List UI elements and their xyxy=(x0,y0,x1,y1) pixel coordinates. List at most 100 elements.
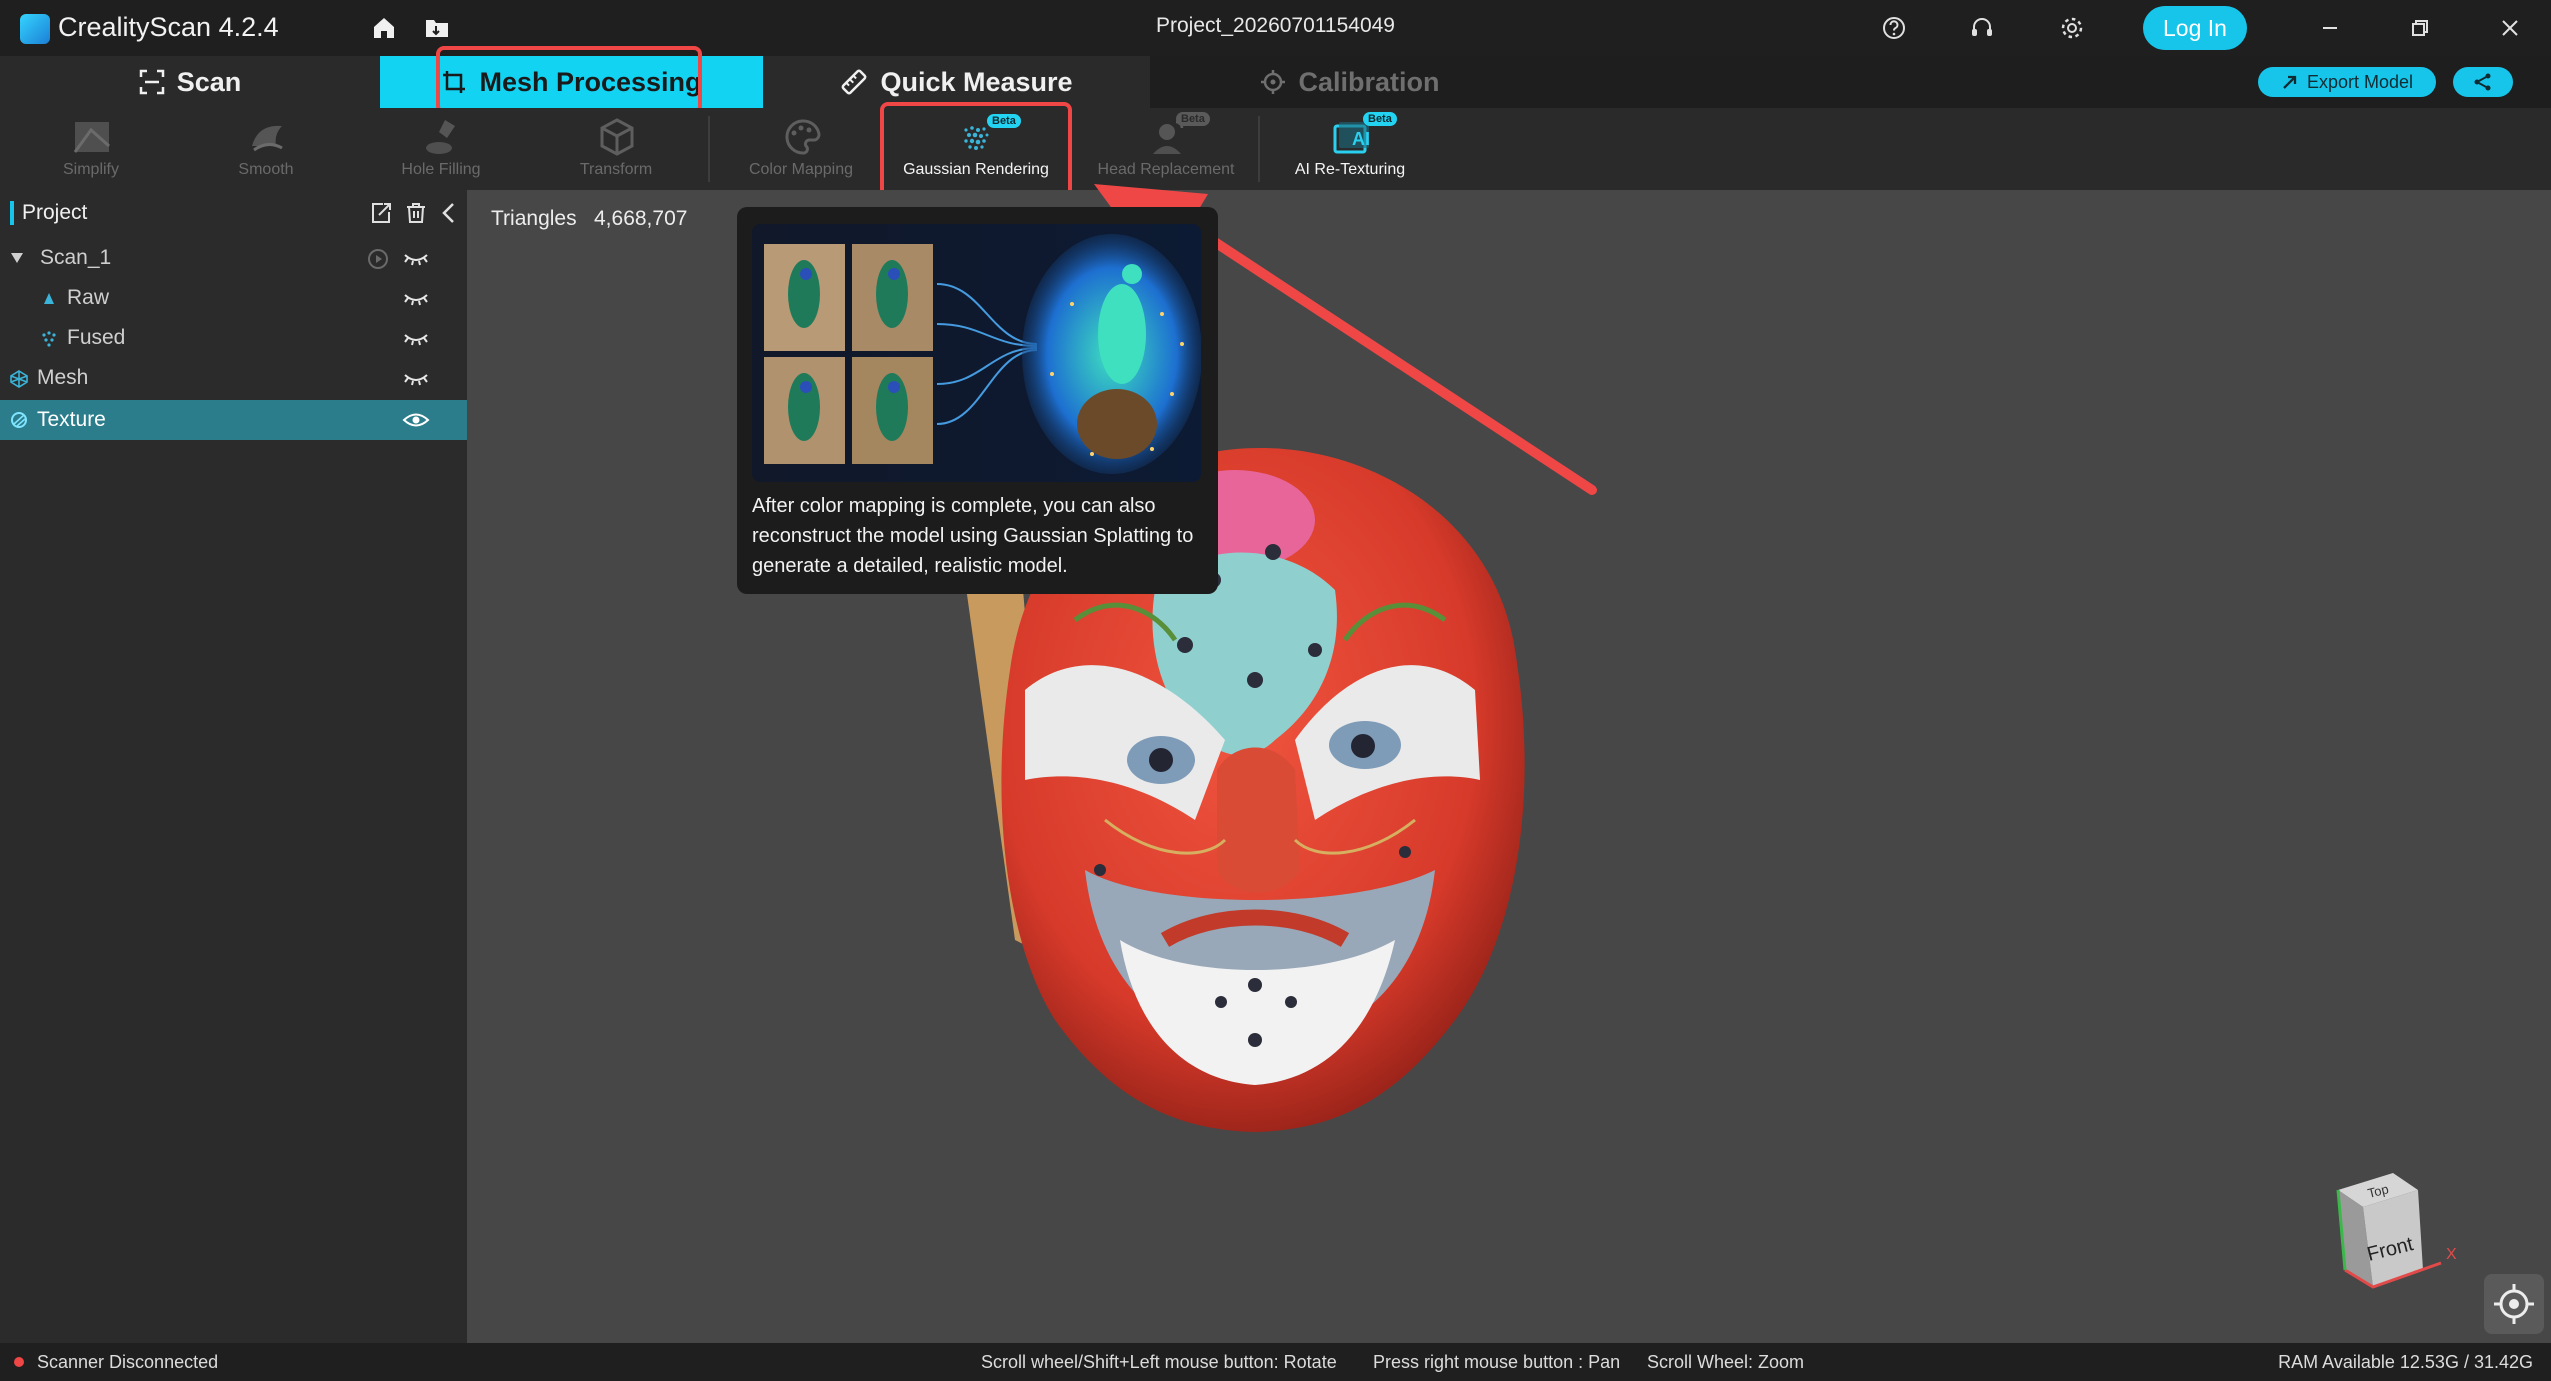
tab-quick-measure-label: Quick Measure xyxy=(880,66,1073,97)
restore-icon[interactable] xyxy=(2407,15,2433,41)
texture-icon xyxy=(11,412,27,428)
ai-retexturing-beta-badge: Beta xyxy=(1363,112,1397,126)
export-file-icon[interactable] xyxy=(369,201,393,225)
hole-filling-icon xyxy=(426,120,455,154)
hidden-eye-icon[interactable] xyxy=(402,328,430,348)
status-bar: Scanner Disconnected Scroll wheel/Shift+… xyxy=(0,1343,2551,1381)
ram-available: RAM Available 12.53G / 31.42G xyxy=(2278,1352,2533,1372)
tab-scan[interactable]: Scan xyxy=(0,56,380,108)
triangles-label: Triangles xyxy=(491,207,577,230)
mode-tab-bar: Scan Mesh Processing Quick Measure Calib… xyxy=(0,56,2551,108)
collapse-panel-icon[interactable] xyxy=(437,201,461,225)
tree-item-scan-1[interactable]: Scan_1 xyxy=(0,238,467,278)
share-icon xyxy=(2474,73,2491,91)
simplify-label: Simplify xyxy=(62,161,119,178)
tooltip-text: After color mapping is complete, you can… xyxy=(752,495,1194,577)
triangles-count: 4,668,707 xyxy=(594,207,688,230)
smooth-tool[interactable]: Smooth xyxy=(181,108,351,190)
zoom-hint: Scroll Wheel: Zoom xyxy=(1647,1352,1805,1372)
hole-filling-label: Hole Filling xyxy=(401,161,481,178)
folder-icon[interactable] xyxy=(424,15,450,41)
ai-retexturing-label: AI Re-Texturing xyxy=(1294,161,1406,178)
color-mapping-label: Color Mapping xyxy=(748,161,854,178)
palette-icon xyxy=(785,119,821,155)
delete-icon[interactable] xyxy=(404,201,428,225)
hidden-eye-icon[interactable] xyxy=(402,368,430,388)
raw-data-icon xyxy=(44,293,54,304)
pan-hint: Press right mouse button : Pan xyxy=(1373,1352,1621,1372)
ribbon-divider xyxy=(708,116,710,182)
rotate-hint: Scroll wheel/Shift+Left mouse button: Ro… xyxy=(981,1352,1337,1372)
hole-filling-tool[interactable]: Hole Filling xyxy=(356,108,526,190)
expand-caret-icon[interactable] xyxy=(10,252,24,264)
panel-header: Project xyxy=(0,190,467,236)
ruler-icon xyxy=(842,69,867,95)
app-title: CrealityScan 4.2.4 xyxy=(58,12,279,42)
scanner-status-dot xyxy=(14,1357,24,1367)
settings-gear-icon[interactable] xyxy=(2059,15,2085,41)
simplify-tool[interactable]: Simplify xyxy=(6,108,176,190)
recenter-view-button[interactable] xyxy=(2484,1274,2544,1334)
scanner-status-text: Scanner Disconnected xyxy=(37,1352,219,1372)
play-icon[interactable] xyxy=(367,248,389,270)
head-replacement-beta-badge: Beta xyxy=(1176,112,1210,126)
tree-item-label: Mesh xyxy=(37,366,89,389)
color-mapping-tool[interactable]: Color Mapping xyxy=(716,108,886,190)
point-cloud-icon xyxy=(42,331,56,347)
share-button[interactable] xyxy=(2453,67,2513,97)
close-icon[interactable] xyxy=(2497,15,2523,41)
export-model-button[interactable]: Export Model xyxy=(2258,67,2436,97)
tab-quick-measure[interactable]: Quick Measure xyxy=(763,56,1150,108)
transform-label: Transform xyxy=(579,161,653,178)
help-icon[interactable] xyxy=(1881,15,1907,41)
smooth-label: Smooth xyxy=(238,161,294,178)
crosshair-icon xyxy=(2494,1284,2534,1324)
view-cube[interactable]: Top Front xyxy=(2323,1165,2443,1295)
tree-item-label: Scan_1 xyxy=(40,246,112,269)
tree-item-fused[interactable]: Fused xyxy=(0,318,467,358)
gaussian-preview-image xyxy=(752,224,1201,482)
panel-title: Project xyxy=(22,201,88,224)
project-title: Project_20260701154049 xyxy=(1156,14,1395,37)
panel-accent-bar xyxy=(10,201,14,225)
transform-tool[interactable]: Transform xyxy=(531,108,701,190)
project-panel: Project Scan_1 Raw Fused Mesh Texture xyxy=(0,190,467,1343)
export-arrow-icon xyxy=(2283,75,2297,89)
minimize-icon[interactable] xyxy=(2317,15,2343,41)
tab-mesh-processing-label: Mesh Processing xyxy=(479,66,702,97)
gaussian-rendering-tool[interactable]: Beta Gaussian Rendering xyxy=(891,108,1061,190)
mesh-icon xyxy=(10,370,28,388)
simplify-icon xyxy=(73,122,110,153)
ribbon-divider xyxy=(1258,116,1260,182)
tree-item-label: Raw xyxy=(67,286,110,309)
hidden-eye-icon[interactable] xyxy=(402,248,430,268)
home-icon[interactable] xyxy=(371,15,397,41)
gaussian-rendering-tooltip: After color mapping is complete, you can… xyxy=(737,207,1218,594)
visible-eye-icon[interactable] xyxy=(402,410,430,430)
tree-item-raw[interactable]: Raw xyxy=(0,278,467,318)
gaussian-beta-badge: Beta xyxy=(987,114,1021,128)
tree-item-texture[interactable]: Texture xyxy=(0,400,467,440)
hidden-eye-icon[interactable] xyxy=(402,288,430,308)
ai-badge: AI xyxy=(1352,129,1370,149)
head-replacement-label: Head Replacement xyxy=(1097,161,1235,178)
tree-item-mesh[interactable]: Mesh xyxy=(0,358,467,398)
log-in-button[interactable]: Log In xyxy=(2143,6,2247,50)
gaussian-rendering-label: Gaussian Rendering xyxy=(903,161,1049,178)
export-model-label: Export Model xyxy=(2306,71,2414,92)
crop-icon xyxy=(443,71,466,93)
tree-item-label: Texture xyxy=(37,408,106,431)
tab-calibration-label: Calibration xyxy=(1298,66,1440,97)
title-bar: CrealityScan 4.2.4 Project_2026070115404… xyxy=(0,0,2551,56)
tree-item-label: Fused xyxy=(67,326,126,349)
tab-calibration[interactable]: Calibration xyxy=(1150,56,1550,108)
scan-frame-icon xyxy=(139,69,164,95)
tab-scan-label: Scan xyxy=(176,66,242,97)
tab-mesh-processing[interactable]: Mesh Processing xyxy=(380,56,763,108)
app-logo-icon xyxy=(20,14,50,44)
transform-cube-icon xyxy=(600,118,634,156)
target-icon xyxy=(1261,70,1286,94)
axis-x-label: X xyxy=(2446,1246,2457,1263)
smooth-icon xyxy=(252,125,283,152)
support-headset-icon[interactable] xyxy=(1969,15,1995,41)
